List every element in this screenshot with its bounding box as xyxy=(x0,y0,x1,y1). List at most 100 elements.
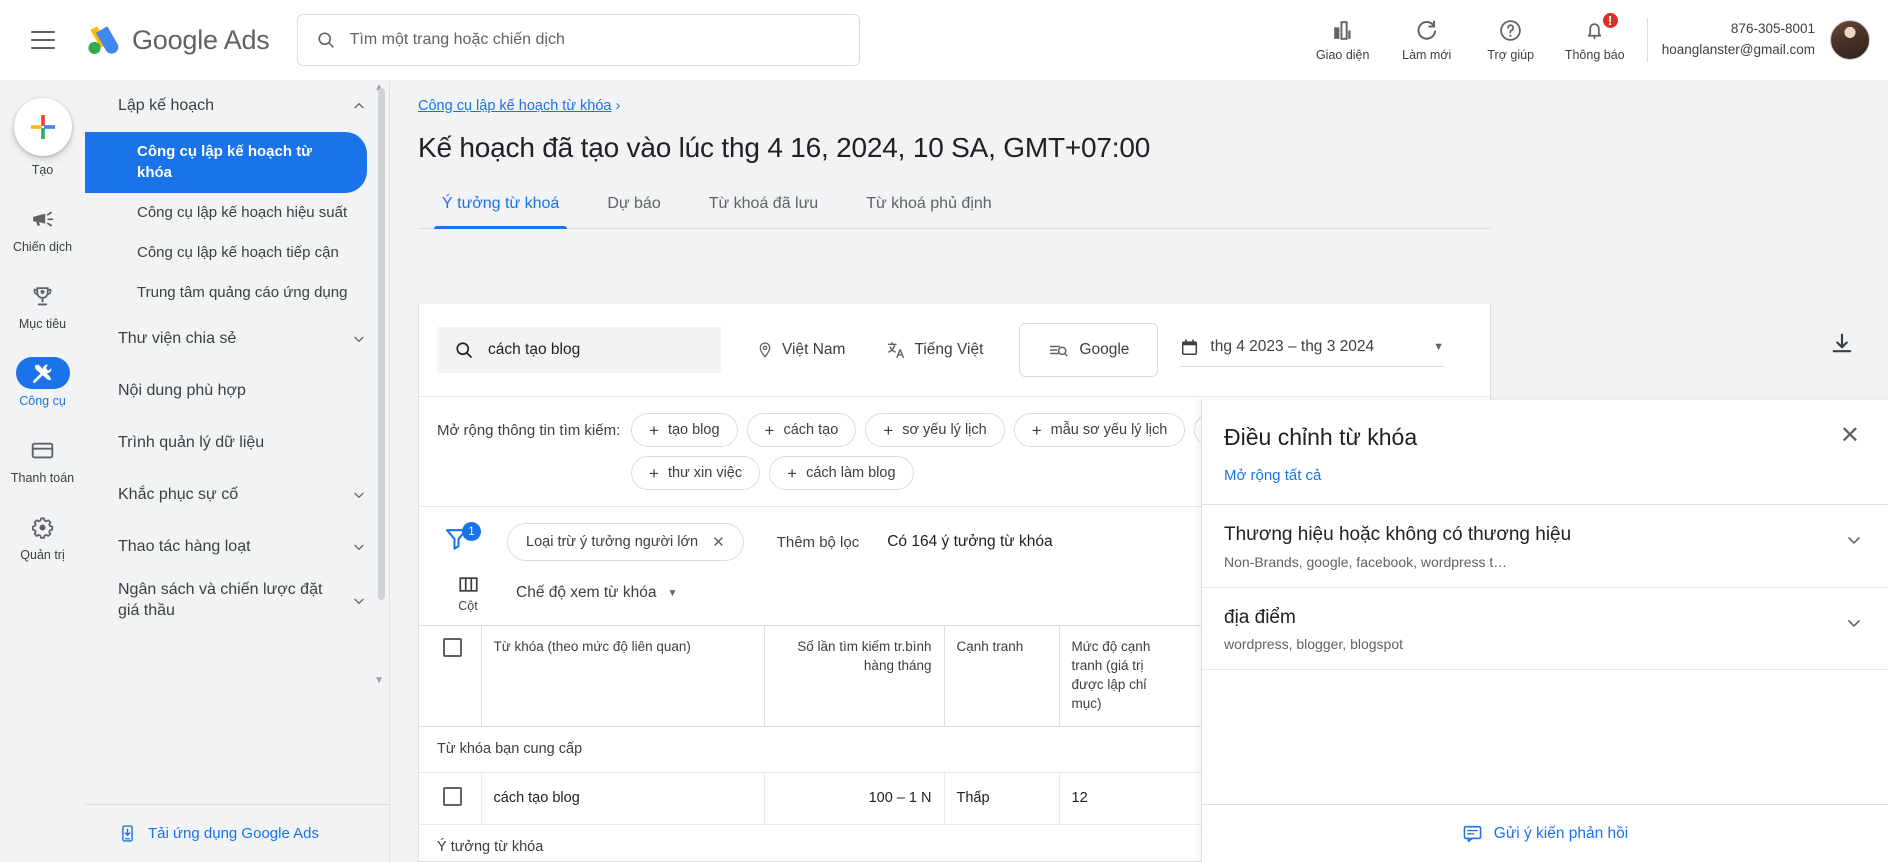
refresh-button[interactable]: Làm mới xyxy=(1385,9,1469,71)
tab-keyword-ideas[interactable]: Ý tưởng từ khoá xyxy=(418,185,583,229)
help-button[interactable]: Trợ giúp xyxy=(1469,9,1553,71)
hamburger-icon[interactable] xyxy=(31,31,55,49)
filter-button[interactable]: 1 xyxy=(443,522,485,559)
nav-group-data-manager[interactable]: Trình quản lý dữ liệu xyxy=(85,417,389,469)
nav-group-troubleshooting[interactable]: Khắc phục sự cố xyxy=(85,469,389,521)
refine-section-brand-values: Non-Brands, google, facebook, wordpress … xyxy=(1224,553,1508,570)
megaphone-icon xyxy=(33,211,54,226)
create-button[interactable]: Tạo xyxy=(13,98,72,177)
chevron-down-icon[interactable] xyxy=(1844,613,1864,633)
tools-pill xyxy=(15,357,70,389)
sidebar-item-reach-planner-label: Công cụ lập kế hoạch tiếp cận xyxy=(137,243,339,261)
brand-google: Google xyxy=(132,24,218,55)
expand-chip[interactable]: + mẫu sơ yếu lý lịch xyxy=(1013,413,1186,447)
expand-chip[interactable]: + tạo blog xyxy=(631,413,738,447)
nav-group-brand-suitability-label: Nội dung phù hợp xyxy=(118,381,246,399)
expand-chip[interactable]: + cách tạo xyxy=(746,413,857,447)
chevron-down-icon xyxy=(354,544,364,550)
expand-all-link[interactable]: Mở rộng tất cả xyxy=(1202,451,1888,505)
active-filter-chip[interactable]: Loại trừ ý tưởng người lớn ✕ xyxy=(507,523,744,561)
add-filter-button[interactable]: Thêm bộ lọc xyxy=(777,534,860,551)
cell-competition-index: 12 xyxy=(1058,772,1187,825)
close-icon[interactable]: ✕ xyxy=(1840,424,1860,448)
filter-count-badge: 1 xyxy=(462,522,481,541)
search-input[interactable] xyxy=(349,31,841,49)
keyword-search-input[interactable]: cách tạo blog xyxy=(437,327,721,373)
global-search[interactable] xyxy=(296,14,860,66)
chevron-down-icon xyxy=(354,492,364,498)
tab-forecast[interactable]: Dự báo xyxy=(583,185,684,228)
refine-keywords-panel: Điều chỉnh từ khóa ✕ Mở rộng tất cả Thươ… xyxy=(1201,400,1888,862)
breadcrumb-link[interactable]: Công cụ lập kế hoạch từ khóa xyxy=(418,98,612,114)
active-filter-label: Loại trừ ý tưởng người lớn xyxy=(526,534,699,550)
tab-saved-keywords-label: Từ khoá đã lưu xyxy=(708,195,819,212)
sidebar-item-app-hub[interactable]: Trung tâm quảng cáo ứng dụng xyxy=(85,273,389,313)
column-keyword[interactable]: Từ khóa (theo mức độ liên quan) xyxy=(480,625,764,727)
refine-section-brand[interactable]: Thương hiệu hoặc không có thương hiệu No… xyxy=(1202,505,1888,588)
appearance-button[interactable]: Giao diện xyxy=(1301,9,1385,71)
sidebar-item-app-hub-label: Trung tâm quảng cáo ứng dụng xyxy=(137,283,348,301)
date-range-selector[interactable]: thg 4 2023 – thg 3 2024 ▼ xyxy=(1180,333,1445,367)
keyword-toolbar: cách tạo blog Việt Nam Tiếng Việt Google… xyxy=(419,304,1490,397)
language-selector[interactable]: Tiếng Việt xyxy=(870,329,999,371)
tab-saved-keywords[interactable]: Từ khoá đã lưu xyxy=(685,185,842,228)
columns-button[interactable]: Cột xyxy=(444,573,492,613)
page-title: Kế hoạch đã tạo vào lúc thg 4 16, 2024, … xyxy=(418,132,1151,163)
sidebar-item-keyword-planner[interactable]: Công cụ lập kế hoạch từ khóa xyxy=(85,132,367,193)
location-selector[interactable]: Việt Nam xyxy=(740,329,861,371)
row-checkbox[interactable] xyxy=(443,786,462,806)
rail-item-goals[interactable]: Mục tiêu xyxy=(7,280,79,331)
plus-icon xyxy=(30,115,55,139)
account-info[interactable]: 876-305-8001 hoanglanster@gmail.com xyxy=(1662,19,1815,61)
avatar[interactable] xyxy=(1830,20,1870,60)
send-feedback-button[interactable]: Gửi ý kiến phản hồi xyxy=(1202,804,1888,862)
nav-group-brand-suitability[interactable]: Nội dung phù hợp xyxy=(85,365,389,417)
download-google-ads-app[interactable]: Tải ứng dụng Google Ads xyxy=(85,804,389,862)
sidebar-item-performance-planner[interactable]: Công cụ lập kế hoạch hiệu suất xyxy=(85,193,389,233)
top-bar-actions: Giao diện Làm mới Trợ giúp ! Thông báo 8… xyxy=(1301,0,1888,80)
sidebar-item-reach-planner[interactable]: Công cụ lập kế hoạch tiếp cận xyxy=(85,233,389,273)
secondary-nav-scrollbar[interactable]: ▲ ▼ xyxy=(374,82,385,686)
column-competition[interactable]: Cạnh tranh xyxy=(943,625,1059,727)
chevron-down-icon[interactable]: ▼ xyxy=(1433,341,1444,353)
expand-chip[interactable]: + cách làm blog xyxy=(769,456,914,490)
chevron-down-icon xyxy=(354,336,364,342)
rail-item-campaigns[interactable]: Chiến dịch xyxy=(7,203,79,254)
calendar-icon xyxy=(1182,338,1198,355)
nav-group-budgets-bidding[interactable]: Ngân sách và chiến lược đặt giá thầu xyxy=(85,573,389,629)
nav-group-bulk-actions[interactable]: Thao tác hàng loạt xyxy=(85,521,389,573)
rail-item-billing[interactable]: Thanh toán xyxy=(7,434,79,485)
billing-label: Thanh toán xyxy=(10,471,75,485)
google-ads-logo[interactable]: Google Ads xyxy=(83,21,270,59)
nav-group-bulk-actions-label: Thao tác hàng loạt xyxy=(118,537,251,555)
expand-chip[interactable]: + sơ yếu lý lịch xyxy=(865,413,1005,447)
chevron-down-icon[interactable] xyxy=(1844,530,1864,550)
translate-icon xyxy=(888,341,905,359)
select-all-checkbox[interactable] xyxy=(443,638,462,657)
download-button[interactable] xyxy=(1826,328,1858,360)
nav-group-planning[interactable]: Lập kế hoạch xyxy=(85,80,389,132)
column-competition-index[interactable]: Mức độ cạnh tranh (giá trị được lập chỉ … xyxy=(1058,625,1187,727)
column-avg-searches[interactable]: Số lần tìm kiếm tr.bình hàng tháng xyxy=(763,625,944,727)
tools-icon xyxy=(33,364,52,383)
view-mode-selector[interactable]: Chế độ xem từ khóa ▼ xyxy=(516,584,677,602)
expand-chip[interactable]: + thư xin việc xyxy=(631,456,761,490)
select-all-cell xyxy=(419,625,481,727)
rail-item-admin[interactable]: Quản trị xyxy=(7,511,79,562)
nav-group-shared-library[interactable]: Thư viện chia sẻ xyxy=(85,313,389,365)
tab-forecast-label: Dự báo xyxy=(607,195,661,212)
location-pin-icon xyxy=(759,342,771,358)
cell-competition: Thấp xyxy=(943,772,1059,825)
secondary-nav-scroll-thumb[interactable] xyxy=(378,88,385,600)
tab-negative-keywords[interactable]: Từ khoá phủ định xyxy=(842,185,1015,228)
expand-chip-label: mẫu sơ yếu lý lịch xyxy=(1050,422,1168,438)
expand-chip-label: sơ yếu lý lịch xyxy=(902,422,987,438)
network-selector[interactable]: Google xyxy=(1019,323,1159,377)
chevron-down-icon xyxy=(354,598,364,604)
campaigns-label: Chiến dịch xyxy=(12,240,73,254)
rail-item-tools[interactable]: Công cụ xyxy=(7,357,79,408)
refine-section-location[interactable]: địa điểm wordpress, blogger, blogspot xyxy=(1202,588,1888,671)
scroll-down-arrow-icon[interactable]: ▼ xyxy=(374,675,384,686)
notifications-button[interactable]: ! Thông báo xyxy=(1553,9,1637,71)
close-icon[interactable]: ✕ xyxy=(712,533,725,551)
